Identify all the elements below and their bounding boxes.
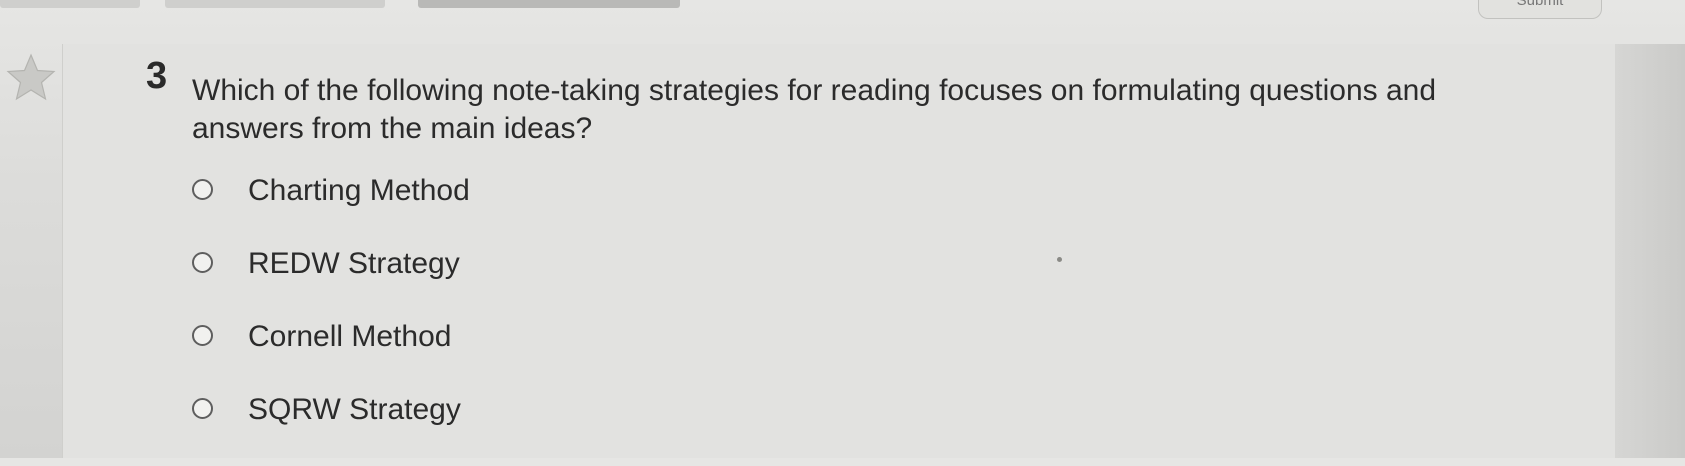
question-number: 3: [146, 55, 168, 97]
star-icon[interactable]: [4, 52, 58, 102]
radio-button[interactable]: [192, 179, 213, 200]
page-edge: [1615, 44, 1685, 458]
radio-button[interactable]: [192, 398, 213, 419]
answer-option-charting-method[interactable]: Charting Method: [192, 174, 892, 247]
toolbar-tab[interactable]: [165, 0, 385, 8]
answer-option-cornell-method[interactable]: Cornell Method: [192, 320, 892, 393]
top-toolbar: Submit: [0, 0, 1685, 19]
submit-label: Submit: [1516, 0, 1564, 9]
submit-button[interactable]: Submit: [1478, 0, 1602, 19]
option-label: Cornell Method: [248, 320, 452, 353]
option-label: SQRW Strategy: [248, 393, 461, 426]
question-text: Which of the following note-taking strat…: [192, 74, 1437, 145]
answer-option-redw-strategy[interactable]: REDW Strategy: [192, 247, 892, 320]
option-label: Charting Method: [248, 174, 470, 207]
radio-button[interactable]: [192, 325, 213, 346]
toolbar-tab[interactable]: [0, 0, 140, 8]
toolbar-tab[interactable]: [418, 0, 680, 8]
answer-options: Charting Method REDW Strategy Cornell Me…: [192, 174, 892, 466]
radio-button[interactable]: [192, 252, 213, 273]
option-label: REDW Strategy: [248, 247, 460, 280]
answer-option-sqrw-strategy[interactable]: SQRW Strategy: [192, 393, 892, 466]
screen-speck: [1057, 257, 1062, 262]
